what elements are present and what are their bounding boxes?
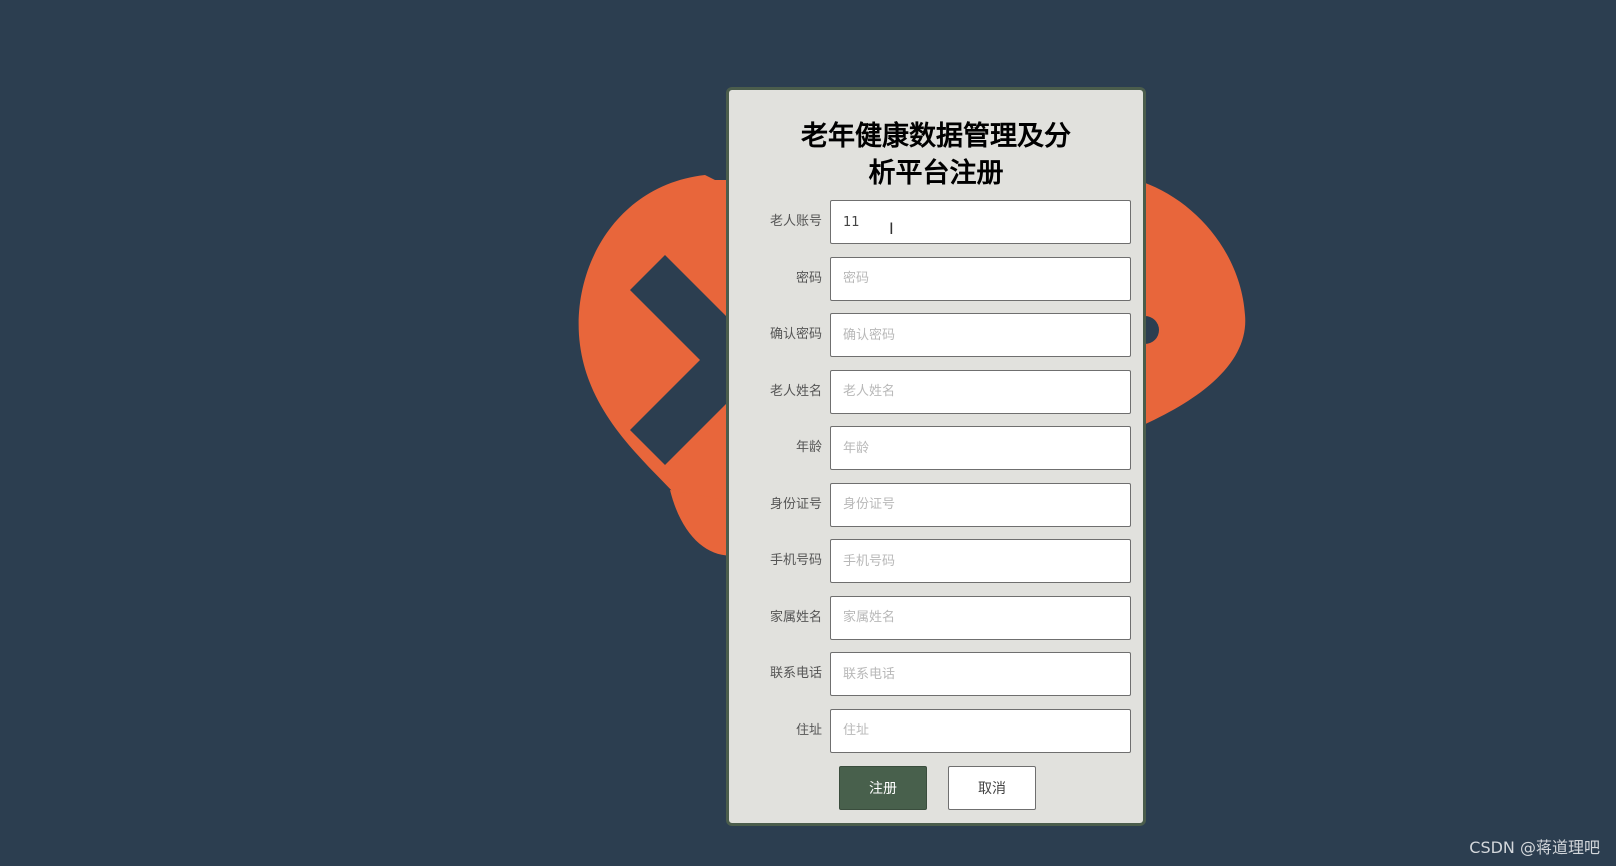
form-row-address: 住址 <box>729 708 1143 753</box>
id-number-label: 身份证号 <box>769 496 822 512</box>
age-input[interactable] <box>830 426 1131 470</box>
form-row-age: 年龄 <box>729 426 1143 470</box>
name-label: 老人姓名 <box>769 383 822 399</box>
form-row-name: 老人姓名 <box>729 369 1143 414</box>
family-name-input[interactable] <box>830 595 1131 640</box>
confirm-password-input[interactable] <box>830 313 1131 357</box>
account-label: 老人账号 <box>769 214 822 229</box>
name-input[interactable] <box>830 369 1131 414</box>
form-row-family-name: 家属姓名 <box>729 595 1143 640</box>
page-title: 老年健康数据管理及分 析平台注册 <box>801 121 1071 189</box>
form-row-id-number: 身份证号 <box>729 482 1143 527</box>
contact-phone-input[interactable] <box>830 652 1131 696</box>
form-row-password: 密码 <box>729 256 1143 301</box>
registration-form: 老人账号 I 密码 确认密码 老人姓名 年龄 身份证号 手机号码 <box>729 200 1143 765</box>
confirm-password-label: 确认密码 <box>769 327 822 342</box>
form-row-account: 老人账号 I <box>729 200 1143 244</box>
age-label: 年龄 <box>795 440 822 455</box>
register-button[interactable]: 注册 <box>839 766 927 810</box>
mobile-input[interactable] <box>830 539 1131 583</box>
contact-phone-label: 联系电话 <box>769 666 822 681</box>
address-input[interactable] <box>830 708 1131 753</box>
address-label: 住址 <box>795 722 822 738</box>
registration-panel: 老年健康数据管理及分 析平台注册 老人账号 I 密码 确认密码 老人姓名 年龄 … <box>726 87 1146 826</box>
family-name-label: 家属姓名 <box>769 609 822 625</box>
password-input[interactable] <box>830 256 1131 301</box>
form-row-contact-phone: 联系电话 <box>729 652 1143 696</box>
account-input[interactable] <box>830 200 1131 244</box>
form-actions: 注册 取消 <box>729 766 1143 810</box>
cancel-button[interactable]: 取消 <box>948 766 1036 810</box>
csdn-watermark: CSDN @蒋道理吧 <box>1469 838 1600 857</box>
form-row-confirm-password: 确认密码 <box>729 313 1143 357</box>
id-number-input[interactable] <box>830 482 1131 527</box>
password-label: 密码 <box>795 270 822 286</box>
mobile-label: 手机号码 <box>769 553 822 568</box>
form-row-mobile: 手机号码 <box>729 539 1143 583</box>
